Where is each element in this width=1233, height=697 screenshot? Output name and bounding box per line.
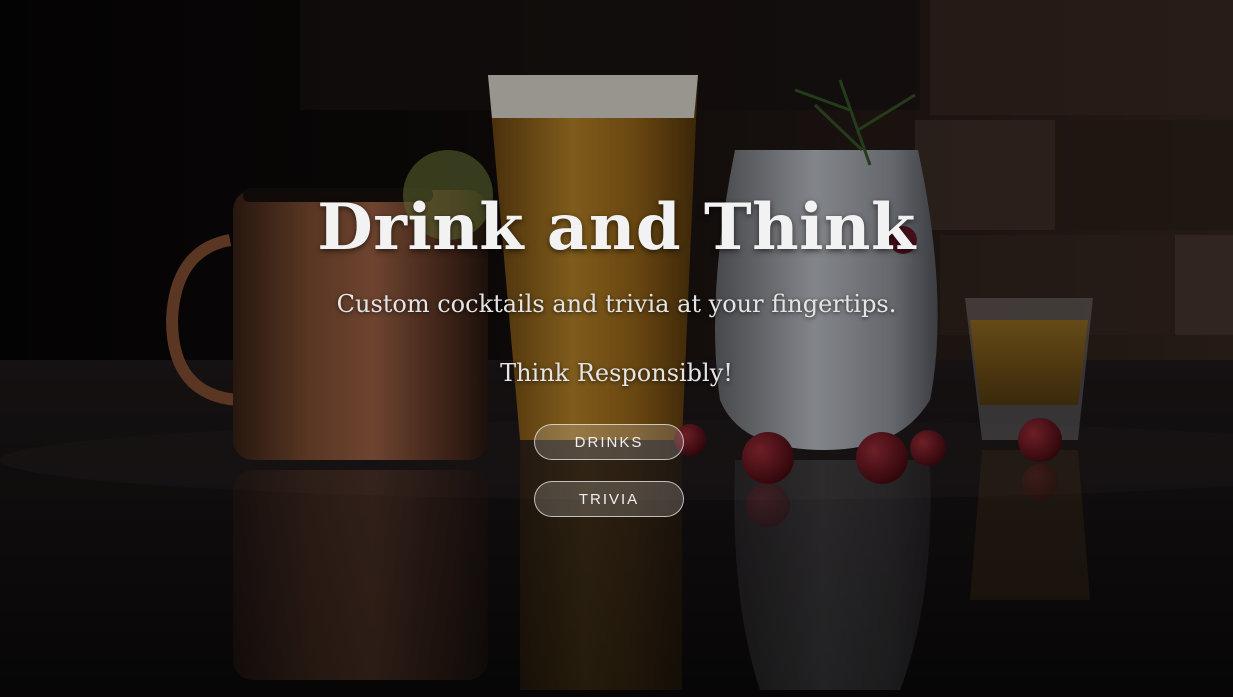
trivia-button[interactable]: TRIVIA: [534, 481, 684, 517]
hero-content: Drink and Think Custom cocktails and tri…: [0, 0, 1233, 697]
hero-subtitle: Custom cocktails and trivia at your fing…: [336, 290, 897, 318]
hero-tagline: Think Responsibly!: [500, 359, 733, 387]
drinks-button[interactable]: DRINKS: [534, 424, 684, 460]
page-title: Drink and Think: [317, 190, 916, 265]
